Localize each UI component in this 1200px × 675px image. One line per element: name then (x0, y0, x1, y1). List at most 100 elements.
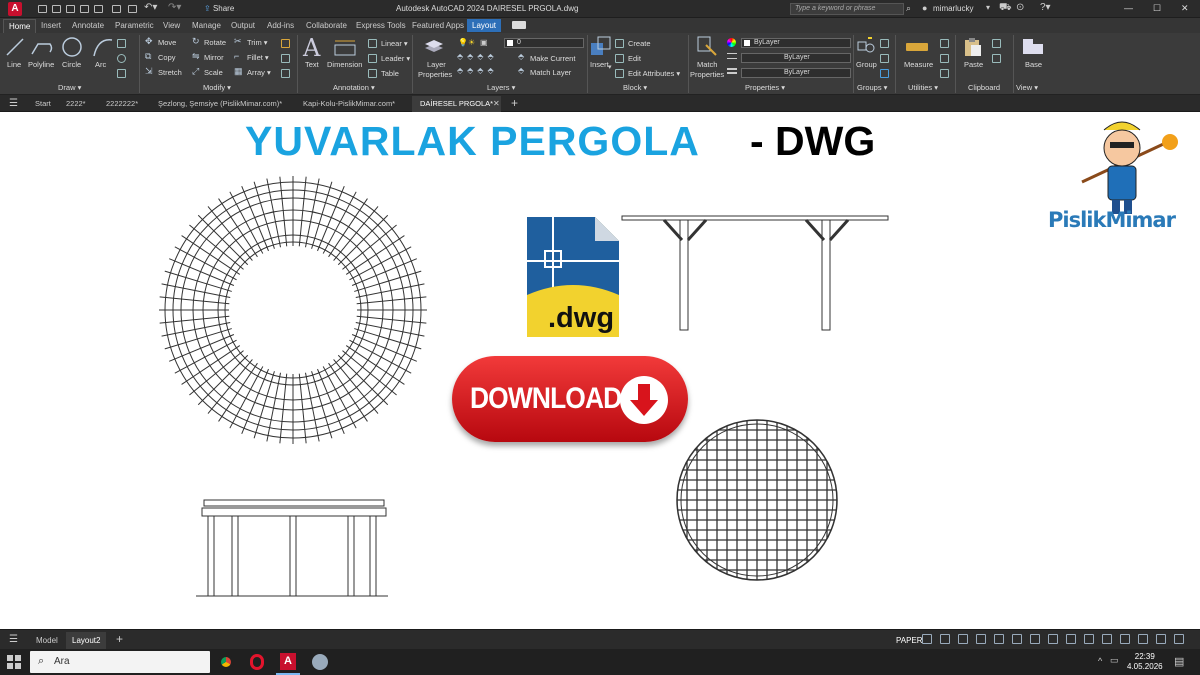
tray-chevron-icon[interactable]: ^ (1098, 656, 1102, 666)
table-button[interactable]: Table (381, 69, 399, 78)
rotate-button[interactable]: Rotate (204, 38, 226, 47)
tab-annotate[interactable]: Annotate (72, 21, 104, 30)
chevron-down-icon[interactable]: ▾ (986, 3, 990, 12)
fullscreen-status-icon[interactable] (1156, 634, 1166, 644)
trim-button[interactable]: Trim ▾ (247, 38, 268, 47)
rectangle-icon[interactable] (117, 39, 126, 48)
explode-icon[interactable] (281, 54, 290, 63)
lineweight-status-icon[interactable] (1030, 634, 1040, 644)
redo-icon[interactable]: ↷▾ (168, 2, 181, 13)
doc-tab[interactable]: Şezlong, Şemsiye (PislikMimar.com)* (158, 99, 282, 108)
maximize-button[interactable]: ☐ (1153, 3, 1161, 14)
ribbon-toggle-icon[interactable] (512, 21, 526, 29)
user-menu[interactable]: mimarlucky (933, 4, 973, 13)
workspace-status-icon[interactable] (1102, 634, 1112, 644)
otrack-status-icon[interactable] (1012, 634, 1022, 644)
layer-properties-button-line2[interactable]: Properties (418, 70, 452, 79)
layer-tools-icon[interactable]: ⬘⬘⬘⬘ (457, 66, 498, 75)
paste-button[interactable]: Paste (964, 60, 983, 69)
undo-icon[interactable]: ↶▾ (144, 2, 157, 13)
groups-panel-title[interactable]: Groups ▾ (857, 83, 887, 92)
utilities-panel-title[interactable]: Utilities ▾ (908, 83, 938, 92)
group-select-icon[interactable] (880, 69, 889, 78)
autocad-taskbar-icon[interactable]: A (280, 653, 296, 670)
tab-start[interactable]: Start (35, 99, 51, 108)
hatch-icon[interactable] (117, 54, 126, 63)
edit-attributes-button[interactable]: Edit Attributes ▾ (628, 69, 680, 78)
hamburger-menu-icon[interactable]: ☰ (9, 98, 18, 109)
chevron-down-icon[interactable]: ▾ (608, 63, 612, 71)
tab-layout2[interactable]: Layout2 (66, 632, 107, 649)
transparency-status-icon[interactable] (1048, 634, 1058, 644)
scale-button[interactable]: Scale (204, 68, 223, 77)
save-icon[interactable] (66, 5, 75, 13)
web-mobile-icon[interactable] (112, 5, 121, 13)
minimize-button[interactable]: — (1124, 3, 1133, 13)
mirror-button[interactable]: Mirror (204, 53, 224, 62)
tab-insert[interactable]: Insert (41, 21, 61, 30)
tab-parametric[interactable]: Parametric (115, 21, 154, 30)
ortho-status-icon[interactable] (958, 634, 968, 644)
quick-select-icon[interactable] (940, 69, 949, 78)
taskbar-search-input[interactable]: Ara (30, 651, 210, 673)
layers-panel-title[interactable]: Layers ▾ (487, 83, 515, 92)
app-icon[interactable] (312, 654, 328, 670)
leader-button[interactable]: Leader ▾ (381, 54, 410, 63)
tab-model[interactable]: Model (36, 636, 58, 645)
layer-tools-icon[interactable]: ⬘⬘⬘⬘ (457, 52, 498, 61)
network-icon[interactable]: ▭ (1110, 655, 1119, 666)
drawing-canvas[interactable]: YUVARLAK PERGOLA - DWG .dwg DOWNLOAD Pis… (0, 112, 1200, 629)
hamburger-menu-icon[interactable]: ☰ (9, 634, 18, 645)
taskbar-clock[interactable]: 22:39 4.05.2026 (1127, 652, 1163, 672)
print-icon[interactable] (128, 5, 137, 13)
group-button[interactable]: Group (856, 60, 877, 69)
copy-clip-icon[interactable] (992, 39, 1001, 48)
doc-tab-active[interactable]: DAİRESEL PRGOLA* (412, 96, 502, 112)
cart-icon[interactable]: ⛟ (999, 2, 1012, 15)
match-properties-button-line2[interactable]: Properties (690, 70, 724, 79)
layer-properties-button[interactable]: Layer (427, 60, 446, 69)
calculator-icon[interactable] (940, 39, 949, 48)
selection-status-icon[interactable] (1066, 634, 1076, 644)
modify-panel-title[interactable]: Modify ▾ (203, 83, 231, 92)
grid-status-icon[interactable] (922, 634, 932, 644)
search-icon[interactable]: ⌕ (906, 3, 911, 14)
color-combo[interactable]: ByLayer (741, 38, 851, 48)
download-button[interactable]: DOWNLOAD (452, 356, 688, 442)
linetype-combo[interactable]: ByLayer (741, 53, 851, 63)
move-button[interactable]: Move (158, 38, 176, 47)
copy-button[interactable]: Copy (158, 53, 176, 62)
circle-button[interactable]: Circle (62, 60, 81, 69)
help-icon[interactable]: ?▾ (1040, 2, 1051, 13)
view-panel-title[interactable]: View ▾ (1016, 83, 1038, 92)
cloud-icon[interactable] (94, 5, 103, 13)
doc-tab[interactable]: 2222222* (106, 99, 138, 108)
new-tab-icon[interactable]: + (511, 96, 518, 110)
block-panel-title[interactable]: Block ▾ (623, 83, 647, 92)
stretch-button[interactable]: Stretch (158, 68, 182, 77)
tab-featured-apps[interactable]: Featured Apps (412, 21, 464, 30)
isolate-status-icon[interactable] (1138, 634, 1148, 644)
properties-panel-title[interactable]: Properties ▾ (745, 83, 785, 92)
tab-express-tools[interactable]: Express Tools (356, 21, 406, 30)
cut-icon[interactable] (992, 54, 1001, 63)
units-status-icon[interactable] (1120, 634, 1130, 644)
make-current-button[interactable]: Make Current (530, 54, 575, 63)
customize-status-icon[interactable] (1174, 634, 1184, 644)
notification-icon[interactable]: ▤ (1174, 655, 1184, 668)
new-file-icon[interactable] (38, 5, 47, 13)
annotation-status-icon[interactable] (1084, 634, 1094, 644)
tab-view[interactable]: View (163, 21, 180, 30)
chrome-icon[interactable] (218, 654, 234, 670)
save-as-icon[interactable] (80, 5, 89, 13)
measure-button[interactable]: Measure (904, 60, 933, 69)
array-button[interactable]: Array ▾ (247, 68, 271, 77)
polyline-button[interactable]: Polyline (28, 60, 54, 69)
tab-add-ins[interactable]: Add-ins (267, 21, 294, 30)
linear-button[interactable]: Linear ▾ (381, 39, 408, 48)
snap-status-icon[interactable] (940, 634, 950, 644)
windows-start-icon[interactable] (7, 655, 21, 669)
offset-icon[interactable] (281, 69, 290, 78)
edit-button[interactable]: Edit (628, 54, 641, 63)
erase-icon[interactable] (281, 39, 290, 48)
